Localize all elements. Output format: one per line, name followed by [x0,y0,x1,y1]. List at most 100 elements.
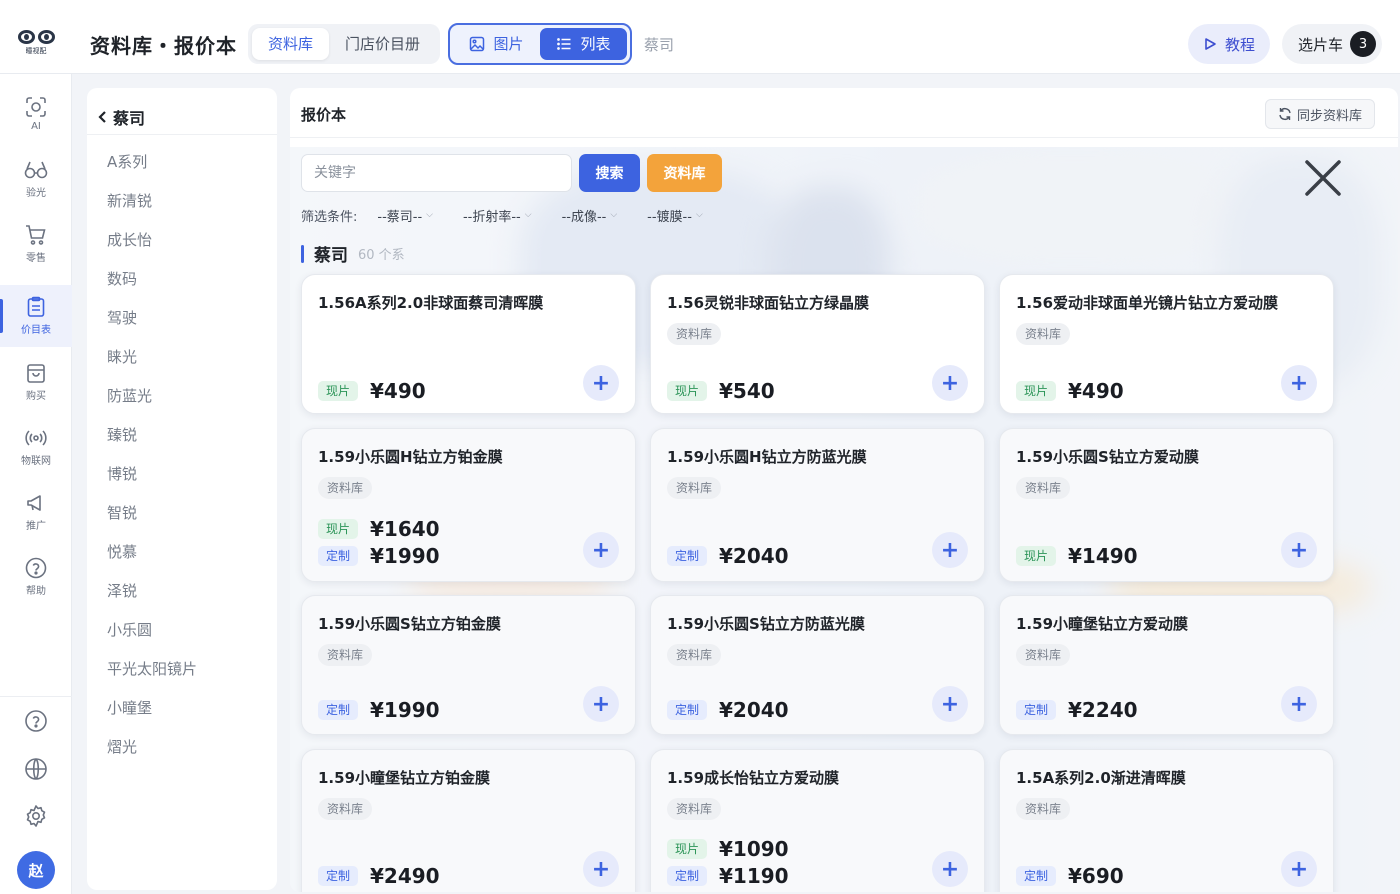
glasses-icon [24,161,48,179]
user-avatar[interactable]: 赵 [17,851,55,889]
rail-item-retail[interactable]: 零售 [0,213,72,275]
price-type-badge: 定制 [318,546,359,566]
series-item[interactable]: 熠光 [87,728,277,767]
rail-label-purchase: 购买 [26,391,46,402]
rail-divider [0,696,72,697]
question-button[interactable] [18,703,54,739]
globe-icon [25,758,47,780]
add-to-cart-button[interactable]: + [932,365,968,401]
product-card[interactable]: 1.56爱动非球面单光镜片钻立方爱动膜 资料库 现片 ¥490 + [999,274,1334,414]
sync-library-button[interactable]: 同步资料库 [1265,99,1375,129]
price-value: ¥2490 [370,864,440,888]
search-button[interactable]: 搜索 [579,154,640,192]
add-to-cart-button[interactable]: + [932,532,968,568]
chevron-down-icon: ⌵ [524,210,532,220]
cart-label: 选片车 [1298,35,1344,54]
series-item[interactable]: 智锐 [87,494,277,533]
price-row: 定制 ¥1990 [318,698,440,722]
question-icon [25,710,47,732]
series-item[interactable]: 臻锐 [87,416,277,455]
series-panel: 蔡司 A系列 新清锐 成长怡 数码 驾驶 睐光 防蓝光 臻锐 博锐 智锐 悦慕 … [87,88,277,890]
add-to-cart-button[interactable]: + [583,532,619,568]
rail-item-iot[interactable]: 物联网 [0,416,72,478]
series-divider [87,134,277,135]
price-row: 定制 ¥690 [1016,864,1124,888]
tab-library[interactable]: 资料库 [252,28,330,60]
price-type-badge: 现片 [318,519,359,539]
series-item[interactable]: 睐光 [87,338,277,377]
imaging-filter-dropdown[interactable]: --成像-- ⌵ [562,206,618,225]
broadcast-icon [25,430,47,446]
add-to-cart-button[interactable]: + [1281,532,1317,568]
price-row: 定制 ¥2490 [318,864,440,888]
product-card[interactable]: 1.59小乐圆S钻立方铂金膜 资料库 定制 ¥1990 + [301,595,636,735]
add-to-cart-button[interactable]: + [583,686,619,722]
brand-filter-dropdown[interactable]: --蔡司-- ⌵ [377,206,433,225]
series-item[interactable]: 小乐圆 [87,611,277,650]
source-tag: 资料库 [667,798,722,820]
series-item[interactable]: 防蓝光 [87,377,277,416]
close-icon[interactable] [1303,158,1343,198]
rail-item-purchase[interactable]: 购买 [0,351,72,413]
rail-item-help[interactable]: 帮助 [0,546,72,608]
series-item[interactable]: 新清锐 [87,182,277,221]
settings-button[interactable] [18,798,54,834]
left-rail: AI 验光 零售 价目表 购买 物联网 推广 帮助 赵 [0,74,72,894]
source-tag: 资料库 [1016,477,1071,499]
product-card[interactable]: 1.56A系列2.0非球面蔡司清晖膜 现片 ¥490 + [301,274,636,414]
price-row: 定制 ¥1190 [667,864,789,888]
product-card[interactable]: 1.59小乐圆H钻立方铂金膜 资料库 现片 ¥1640 定制 ¥1990 + [301,428,636,582]
product-title: 1.56A系列2.0非球面蔡司清晖膜 [318,294,544,312]
series-item[interactable]: 小瞳堡 [87,689,277,728]
series-item[interactable]: 平光太阳镜片 [87,650,277,689]
add-to-cart-button[interactable]: + [1281,686,1317,722]
tutorial-button[interactable]: 教程 [1188,24,1270,64]
series-item[interactable]: 悦慕 [87,533,277,572]
cart-icon [26,225,46,245]
series-item[interactable]: 泽锐 [87,572,277,611]
shopping-bag-icon [27,364,45,383]
view-image-button[interactable]: 图片 [453,28,540,60]
product-card[interactable]: 1.59小乐圆H钻立方防蓝光膜 资料库 定制 ¥2040 + [650,428,985,582]
app-logo[interactable]: 瞳视配 [14,30,58,56]
plus-icon: + [591,691,611,717]
series-item[interactable]: A系列 [87,143,277,182]
product-card[interactable]: 1.5A系列2.0渐进清晖膜 资料库 定制 ¥690 + [999,749,1334,892]
price-row: 现片 ¥490 [318,379,426,403]
product-card[interactable]: 1.56灵锐非球面钻立方绿晶膜 资料库 现片 ¥540 + [650,274,985,414]
product-card[interactable]: 1.59小乐圆S钻立方爱动膜 资料库 现片 ¥1490 + [999,428,1334,582]
add-to-cart-button[interactable]: + [1281,851,1317,887]
series-item[interactable]: 数码 [87,260,277,299]
product-card[interactable]: 1.59成长怡钻立方爱动膜 资料库 现片 ¥1090 定制 ¥1190 + [650,749,985,892]
group-name: 蔡司 [314,246,348,266]
source-tag: 资料库 [667,644,722,666]
rail-item-ai[interactable]: AI [0,83,72,145]
product-title: 1.59小乐圆S钻立方爱动膜 [1016,448,1199,466]
cart-button[interactable]: 选片车 3 [1282,24,1382,64]
language-button[interactable] [18,751,54,787]
product-card[interactable]: 1.59小瞳堡钻立方爱动膜 资料库 定制 ¥2240 + [999,595,1334,735]
rail-item-optometry[interactable]: 验光 [0,148,72,210]
keyword-search-input[interactable] [301,154,572,192]
add-to-cart-button[interactable]: + [932,851,968,887]
product-card[interactable]: 1.59小瞳堡钻立方铂金膜 资料库 定制 ¥2490 + [301,749,636,892]
series-item[interactable]: 成长怡 [87,221,277,260]
product-card[interactable]: 1.59小乐圆S钻立方防蓝光膜 资料库 定制 ¥2040 + [650,595,985,735]
series-item[interactable]: 驾驶 [87,299,277,338]
add-to-cart-button[interactable]: + [583,365,619,401]
tab-store-catalog[interactable]: 门店价目册 [329,28,436,60]
product-title: 1.59成长怡钻立方爱动膜 [667,769,840,787]
price-value: ¥1990 [370,544,440,568]
index-filter-dropdown[interactable]: --折射率-- ⌵ [463,206,532,225]
rail-item-price-list[interactable]: 价目表 [0,285,72,347]
rail-item-promotion[interactable]: 推广 [0,481,72,543]
series-item[interactable]: 博锐 [87,455,277,494]
view-list-button[interactable]: 列表 [540,28,627,60]
coating-filter-dropdown[interactable]: --镀膜-- ⌵ [647,206,703,225]
plus-icon: + [940,691,960,717]
back-to-brand-button[interactable]: 蔡司 [97,105,145,129]
library-button[interactable]: 资料库 [647,154,722,192]
add-to-cart-button[interactable]: + [1281,365,1317,401]
add-to-cart-button[interactable]: + [583,851,619,887]
add-to-cart-button[interactable]: + [932,686,968,722]
